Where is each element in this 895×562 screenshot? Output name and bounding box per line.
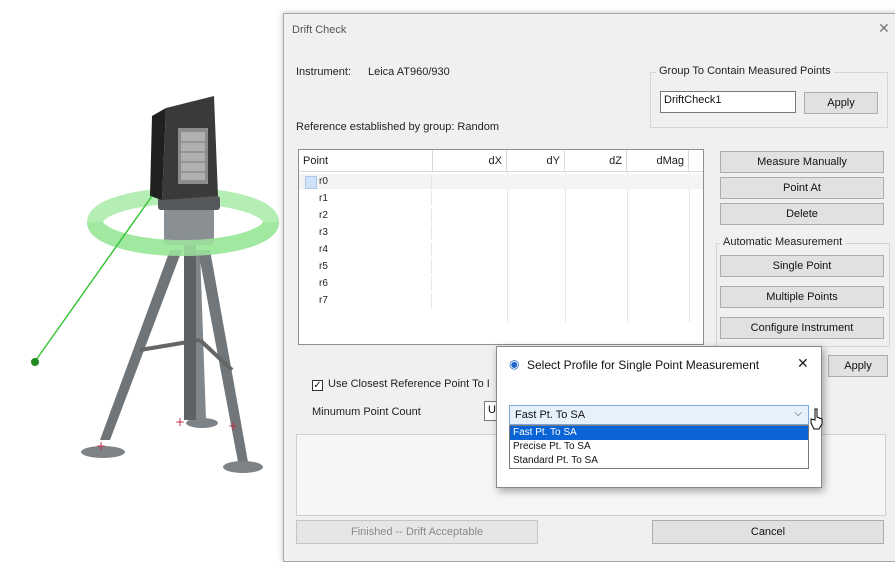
instrument-label: Instrument: <box>296 66 352 78</box>
target-icon: ◉ <box>509 357 520 371</box>
profile-select[interactable]: Fast Pt. To SA ⌵ <box>509 405 809 425</box>
point-cell: r7 <box>299 293 432 308</box>
measure-manually-button[interactable]: Measure Manually <box>720 151 884 173</box>
single-point-button[interactable]: Single Point <box>720 255 884 277</box>
reference-text: Reference established by group: Random <box>296 121 500 133</box>
select-profile-popup: ◉ Select Profile for Single Point Measur… <box>496 346 822 488</box>
table-row[interactable]: r7 <box>299 293 703 308</box>
svg-text:+: + <box>175 415 185 429</box>
group-name-input[interactable]: DriftCheck1 <box>660 91 796 113</box>
point-cell: r3 <box>299 225 432 240</box>
col-header-filler <box>689 150 703 172</box>
profile-dropdown-list[interactable]: Fast Pt. To SA Precise Pt. To SA Standar… <box>509 425 809 469</box>
popup-title: Select Profile for Single Point Measurem… <box>527 358 760 372</box>
apply-button[interactable]: Apply <box>804 92 878 114</box>
col-header-dy[interactable]: dY <box>507 150 565 172</box>
table-row[interactable]: r4 <box>299 242 703 257</box>
point-cell: r2 <box>299 208 432 223</box>
point-cell: r4 <box>299 242 432 257</box>
configure-instrument-button[interactable]: Configure Instrument <box>720 317 884 339</box>
close-icon[interactable]: ✕ <box>878 20 895 37</box>
min-point-count-label: Minumum Point Count <box>312 406 421 418</box>
table-row[interactable]: r0 <box>299 174 703 189</box>
dialog-title: Drift Check <box>292 24 347 36</box>
profile-option-precise[interactable]: Precise Pt. To SA <box>510 440 808 454</box>
laser-tracker-model: + + + <box>31 96 279 473</box>
svg-text:+: + <box>228 419 238 433</box>
cancel-button[interactable]: Cancel <box>652 520 884 544</box>
col-header-dx[interactable]: dX <box>433 150 507 172</box>
profile-select-value: Fast Pt. To SA <box>515 409 586 421</box>
close-icon[interactable]: ✕ <box>797 355 809 372</box>
point-cell: r5 <box>299 259 432 274</box>
apply-settings-button[interactable]: Apply <box>828 355 888 377</box>
table-row[interactable]: r6 <box>299 276 703 291</box>
svg-text:+: + <box>96 439 106 453</box>
instrument-value: Leica AT960/930 <box>368 66 450 78</box>
target-sphere-icon <box>31 358 39 366</box>
finished-drift-acceptable-button[interactable]: Finished -- Drift Acceptable <box>296 520 538 544</box>
table-row[interactable]: r5 <box>299 259 703 274</box>
points-table[interactable]: Point dX dY dZ dMag r0 r1 r2 r3 r4 r5 r6… <box>298 149 704 345</box>
multiple-points-button[interactable]: Multiple Points <box>720 286 884 308</box>
col-header-dmag[interactable]: dMag <box>627 150 689 172</box>
col-header-point[interactable]: Point <box>299 150 433 172</box>
chevron-down-icon[interactable]: ⌵ <box>794 408 802 419</box>
profile-option-fast[interactable]: Fast Pt. To SA <box>510 426 808 440</box>
automatic-measurement-title: Automatic Measurement <box>720 236 846 248</box>
mouse-cursor-icon <box>810 408 823 430</box>
point-at-button[interactable]: Point At <box>720 177 884 199</box>
col-header-dz[interactable]: dZ <box>565 150 627 172</box>
table-row[interactable]: r3 <box>299 225 703 240</box>
delete-button[interactable]: Delete <box>720 203 884 225</box>
profile-option-standard[interactable]: Standard Pt. To SA <box>510 454 808 468</box>
group-box-title: Group To Contain Measured Points <box>656 65 834 77</box>
point-cell: r0 <box>299 174 432 189</box>
table-row[interactable]: r2 <box>299 208 703 223</box>
use-closest-label: Use Closest Reference Point To I <box>328 378 490 390</box>
use-closest-checkbox[interactable]: ✓ <box>312 380 323 391</box>
table-row[interactable]: r1 <box>299 191 703 206</box>
point-cell: r1 <box>299 191 432 206</box>
3d-viewport[interactable]: + + + <box>0 0 288 560</box>
point-cell: r6 <box>299 276 432 291</box>
